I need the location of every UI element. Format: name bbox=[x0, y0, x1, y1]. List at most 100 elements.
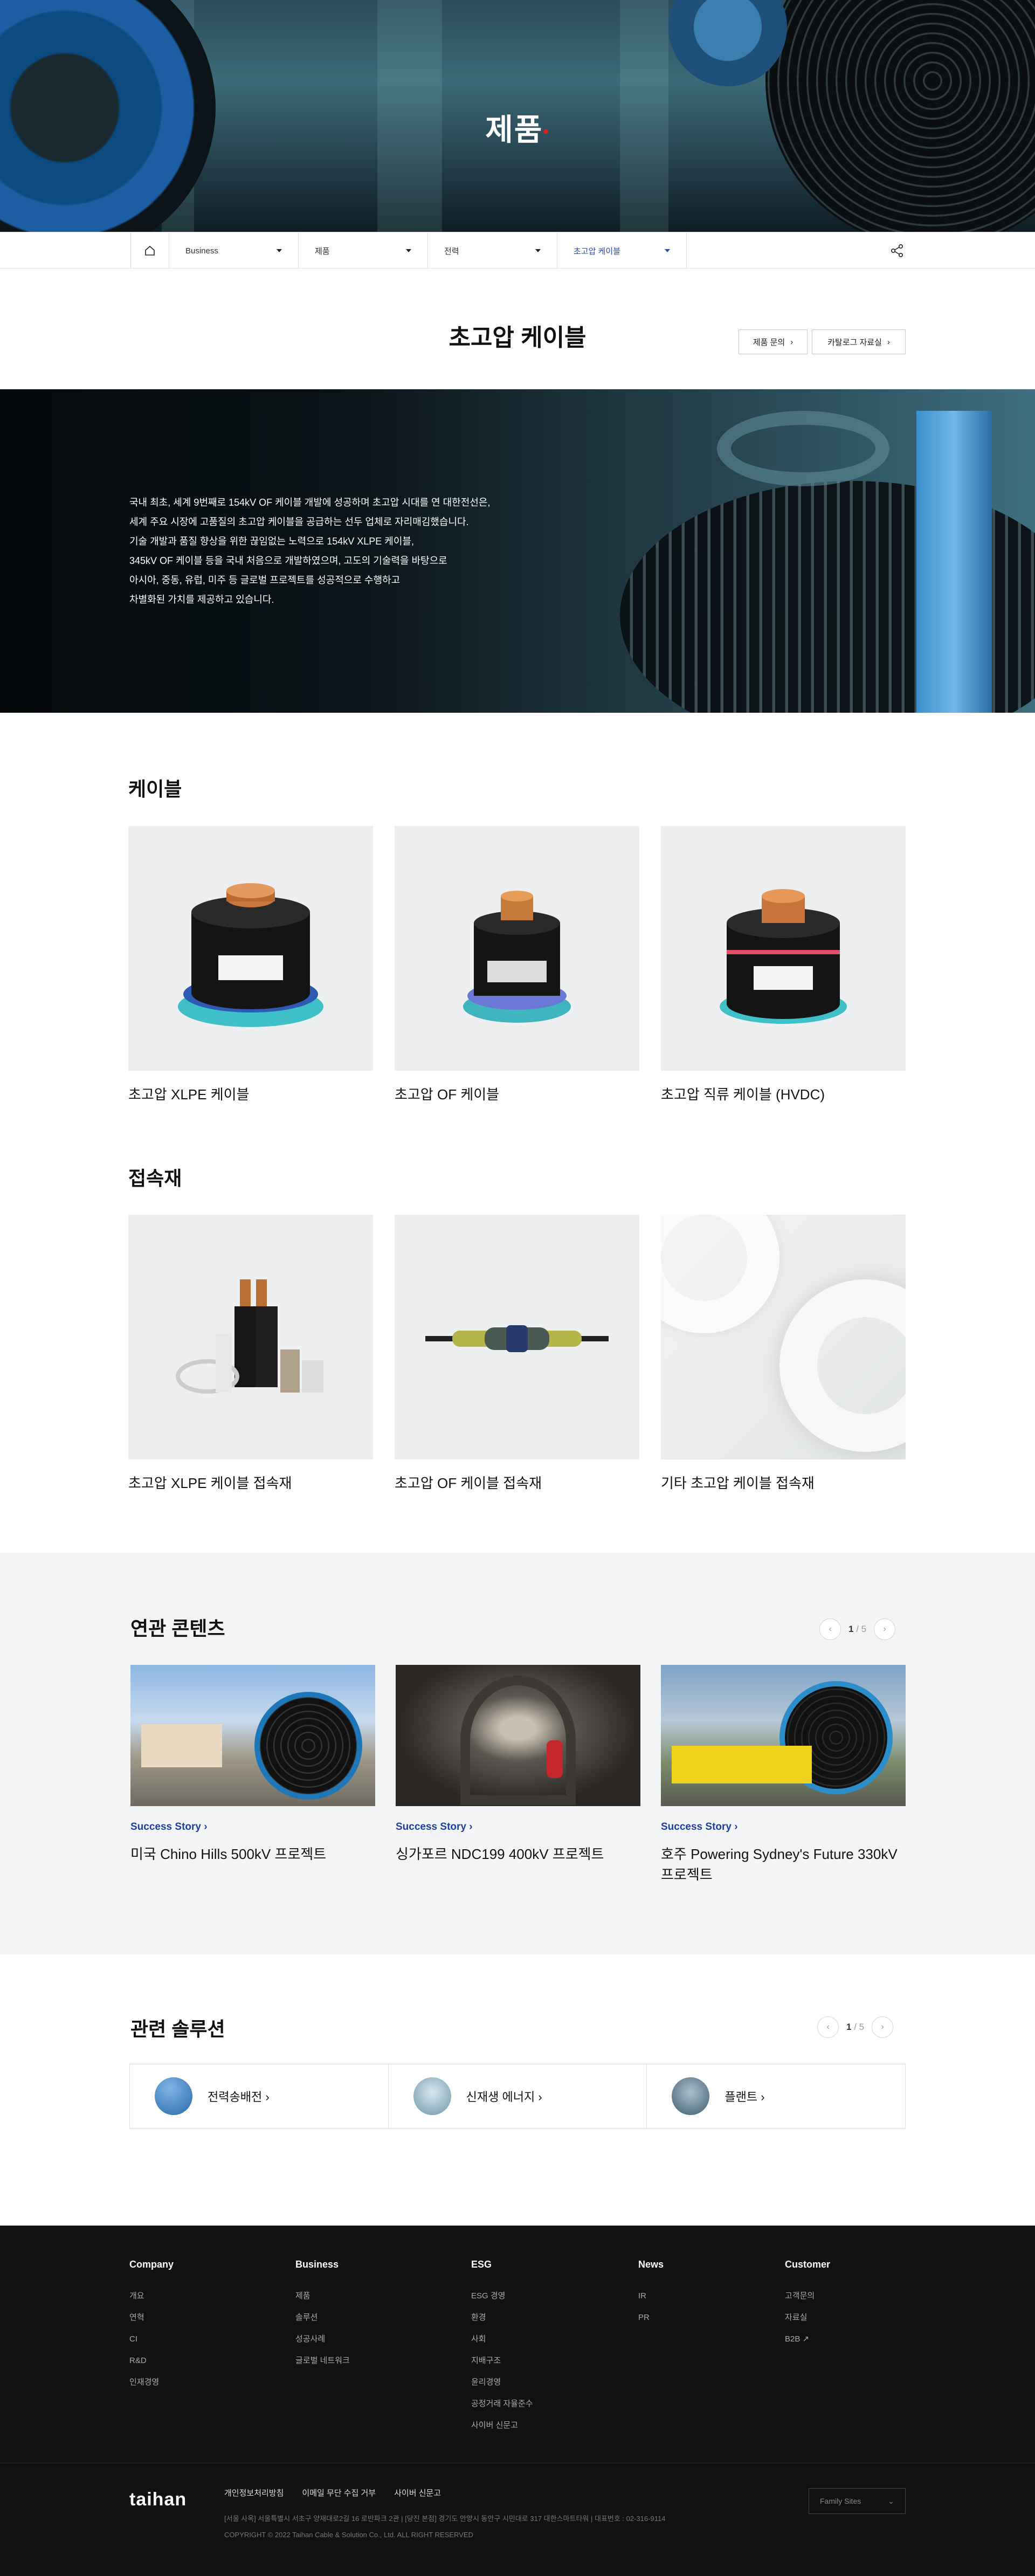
product-card[interactable]: 기타 초고압 케이블 접속재 bbox=[661, 1215, 906, 1492]
hero-banner: 제품• bbox=[0, 0, 1035, 232]
related-section-title: 연관 콘텐츠 bbox=[130, 1617, 225, 1640]
footer-column-company: Company 개요 연혁 CI R&D 인재경영 bbox=[129, 2259, 174, 2393]
product-card-label: 초고압 직류 케이블 (HVDC) bbox=[661, 1086, 825, 1103]
footer-link[interactable]: 인재경영 bbox=[129, 2372, 174, 2393]
chevron-left-icon: ‹ bbox=[826, 2022, 830, 2031]
footer-link[interactable]: 연혁 bbox=[129, 2307, 174, 2329]
product-card[interactable]: 초고압 XLPE 케이블 접속재 bbox=[128, 1215, 373, 1492]
catalog-library-button[interactable]: 카탈로그 자료실 › bbox=[812, 329, 906, 354]
solutions-list: 전력송배전 › 신재생 에너지 › 플랜트 › bbox=[129, 2064, 906, 2129]
product-image bbox=[128, 1215, 373, 1459]
pager-text: 1 / 5 bbox=[848, 1624, 866, 1635]
tag-label: Success Story bbox=[661, 1821, 732, 1833]
solution-item[interactable]: 전력송배전 › bbox=[130, 2064, 389, 2128]
footer-link[interactable]: 솔루션 bbox=[295, 2307, 350, 2329]
pager-total: / 5 bbox=[854, 2022, 865, 2032]
nav-dropdown-products[interactable]: 제품 bbox=[299, 232, 428, 269]
share-icon[interactable] bbox=[889, 243, 905, 258]
privacy-policy-link[interactable]: 개인정보처리방침 bbox=[224, 2487, 284, 2498]
footer-link[interactable]: 사회 bbox=[471, 2329, 533, 2350]
footer-link[interactable]: CI bbox=[129, 2329, 174, 2350]
footer-link[interactable]: 환경 bbox=[471, 2307, 533, 2329]
nav-dropdown-ehv-cable[interactable]: 초고압 케이블 bbox=[557, 232, 687, 269]
related-card[interactable]: Success Story › 미국 Chino Hills 500kV 프로젝… bbox=[130, 1665, 375, 1864]
product-card[interactable]: 초고압 직류 케이블 (HVDC) bbox=[661, 826, 906, 1104]
footer-policy-links: 개인정보처리방침 이메일 무단 수집 거부 사이버 신문고 bbox=[224, 2487, 441, 2498]
intro-line: 국내 최초, 세계 9번째로 154kV OF 케이블 개발에 성공하며 초고압… bbox=[129, 497, 491, 508]
solution-label: 플랜트 › bbox=[724, 2088, 764, 2105]
pager-text: 1 / 5 bbox=[846, 2022, 864, 2033]
of-joint-image bbox=[425, 1325, 609, 1352]
wind-turbine-icon bbox=[413, 2077, 451, 2115]
footer-link[interactable]: 사이버 신문고 bbox=[471, 2415, 533, 2436]
product-card[interactable]: 초고압 OF 케이블 bbox=[395, 826, 639, 1104]
nav-dropdown-label: 초고압 케이블 bbox=[574, 246, 620, 256]
solution-item[interactable]: 플랜트 › bbox=[647, 2064, 905, 2128]
family-sites-select[interactable]: Family Sites ⌄ bbox=[809, 2488, 906, 2514]
product-inquiry-button[interactable]: 제품 문의 › bbox=[739, 329, 808, 354]
next-button[interactable]: › bbox=[872, 2016, 894, 2038]
prev-button[interactable]: ‹ bbox=[819, 1618, 841, 1640]
related-pager: ‹ 1 / 5 › bbox=[819, 1618, 896, 1640]
product-image bbox=[395, 1215, 639, 1459]
footer-column-business: Business 제품 솔루션 성공사례 글로벌 네트워크 bbox=[295, 2259, 350, 2372]
related-card-image bbox=[130, 1665, 375, 1806]
footer-link[interactable]: R&D bbox=[129, 2350, 174, 2372]
footer-link[interactable]: 제품 bbox=[295, 2285, 350, 2307]
caret-down-icon bbox=[665, 249, 670, 252]
footer-address: [서울 사옥] 서울특별시 서초구 양재대로2길 16 로반파크 2관 | [당… bbox=[224, 2515, 666, 2523]
hvdc-cable-image bbox=[720, 889, 847, 1024]
footer-column-title: Business bbox=[295, 2259, 339, 2270]
solution-item[interactable]: 신재생 에너지 › bbox=[389, 2064, 647, 2128]
footer-link[interactable]: 윤리경영 bbox=[471, 2372, 533, 2393]
flange-image bbox=[779, 1279, 906, 1452]
cyber-report-link[interactable]: 사이버 신문고 bbox=[394, 2487, 441, 2498]
chevron-right-icon: › bbox=[761, 2090, 765, 2104]
equipment-image bbox=[916, 411, 992, 713]
nav-dropdown-business[interactable]: Business bbox=[169, 232, 299, 269]
pager-total: / 5 bbox=[856, 1624, 867, 1634]
related-card[interactable]: Success Story › 호주 Powering Sydney's Fut… bbox=[661, 1665, 906, 1885]
flange-image bbox=[661, 1215, 779, 1333]
cable-drum-image bbox=[254, 1692, 362, 1800]
intro-line: 차별화된 가치를 제공하고 있습니다. bbox=[129, 594, 274, 605]
footer-logo[interactable]: taihan bbox=[129, 2489, 187, 2510]
footer-link[interactable]: 자료실 bbox=[785, 2307, 830, 2329]
footer-link[interactable]: PR bbox=[638, 2307, 664, 2329]
footer-column-title: Company bbox=[129, 2259, 174, 2270]
footer-link[interactable]: ESG 경영 bbox=[471, 2285, 533, 2307]
intro-line: 세계 주요 시장에 고품질의 초고압 케이블을 공급하는 선두 업체로 자리매김… bbox=[129, 516, 469, 527]
product-image bbox=[661, 826, 906, 1071]
footer-link[interactable]: 지배구조 bbox=[471, 2350, 533, 2372]
solution-label: 전력송배전 › bbox=[208, 2088, 270, 2105]
footer-link[interactable]: IR bbox=[638, 2285, 664, 2307]
prev-button[interactable]: ‹ bbox=[817, 2016, 839, 2038]
product-card[interactable]: 초고압 OF 케이블 접속재 bbox=[395, 1215, 639, 1492]
footer-link[interactable]: 글로벌 네트워크 bbox=[295, 2350, 350, 2372]
chevron-right-icon: › bbox=[469, 1821, 473, 1833]
nav-dropdown-power[interactable]: 전력 bbox=[428, 232, 557, 269]
solution-label-text: 플랜트 bbox=[724, 2090, 758, 2104]
pager-current: 1 bbox=[848, 1624, 854, 1634]
footer-link[interactable]: 개요 bbox=[129, 2285, 174, 2307]
accessories-section-title: 접속재 bbox=[128, 1167, 182, 1189]
footer-link[interactable]: 성공사례 bbox=[295, 2329, 350, 2350]
next-button[interactable]: › bbox=[874, 1618, 896, 1640]
product-image bbox=[395, 826, 639, 1071]
product-card-label: 초고압 OF 케이블 bbox=[395, 1086, 500, 1103]
home-icon bbox=[145, 245, 155, 256]
footer-column-title: News bbox=[638, 2259, 664, 2270]
related-card-title: 호주 Powering Sydney's Future 330kV 프로젝트 bbox=[661, 1846, 898, 1883]
related-card-tag: Success Story › bbox=[396, 1821, 640, 1833]
related-card[interactable]: Success Story › 싱가포르 NDC199 400kV 프로젝트 bbox=[396, 1665, 640, 1864]
related-card-tag: Success Story › bbox=[661, 1821, 906, 1833]
intro-line: 345kV OF 케이블 등을 국내 처음으로 개발하였으며, 고도의 기술력을… bbox=[129, 555, 447, 566]
footer-link[interactable]: 고객문의 bbox=[785, 2285, 830, 2307]
chevron-right-icon: › bbox=[538, 2090, 542, 2104]
product-card[interactable]: 초고압 XLPE 케이블 bbox=[128, 826, 373, 1104]
email-refusal-link[interactable]: 이메일 무단 수집 거부 bbox=[302, 2487, 376, 2498]
footer-link-b2b[interactable]: B2B ↗ bbox=[785, 2329, 830, 2350]
related-card-title: 미국 Chino Hills 500kV 프로젝트 bbox=[130, 1846, 327, 1862]
home-button[interactable] bbox=[130, 232, 169, 269]
footer-link[interactable]: 공정거래 자율준수 bbox=[471, 2393, 533, 2415]
